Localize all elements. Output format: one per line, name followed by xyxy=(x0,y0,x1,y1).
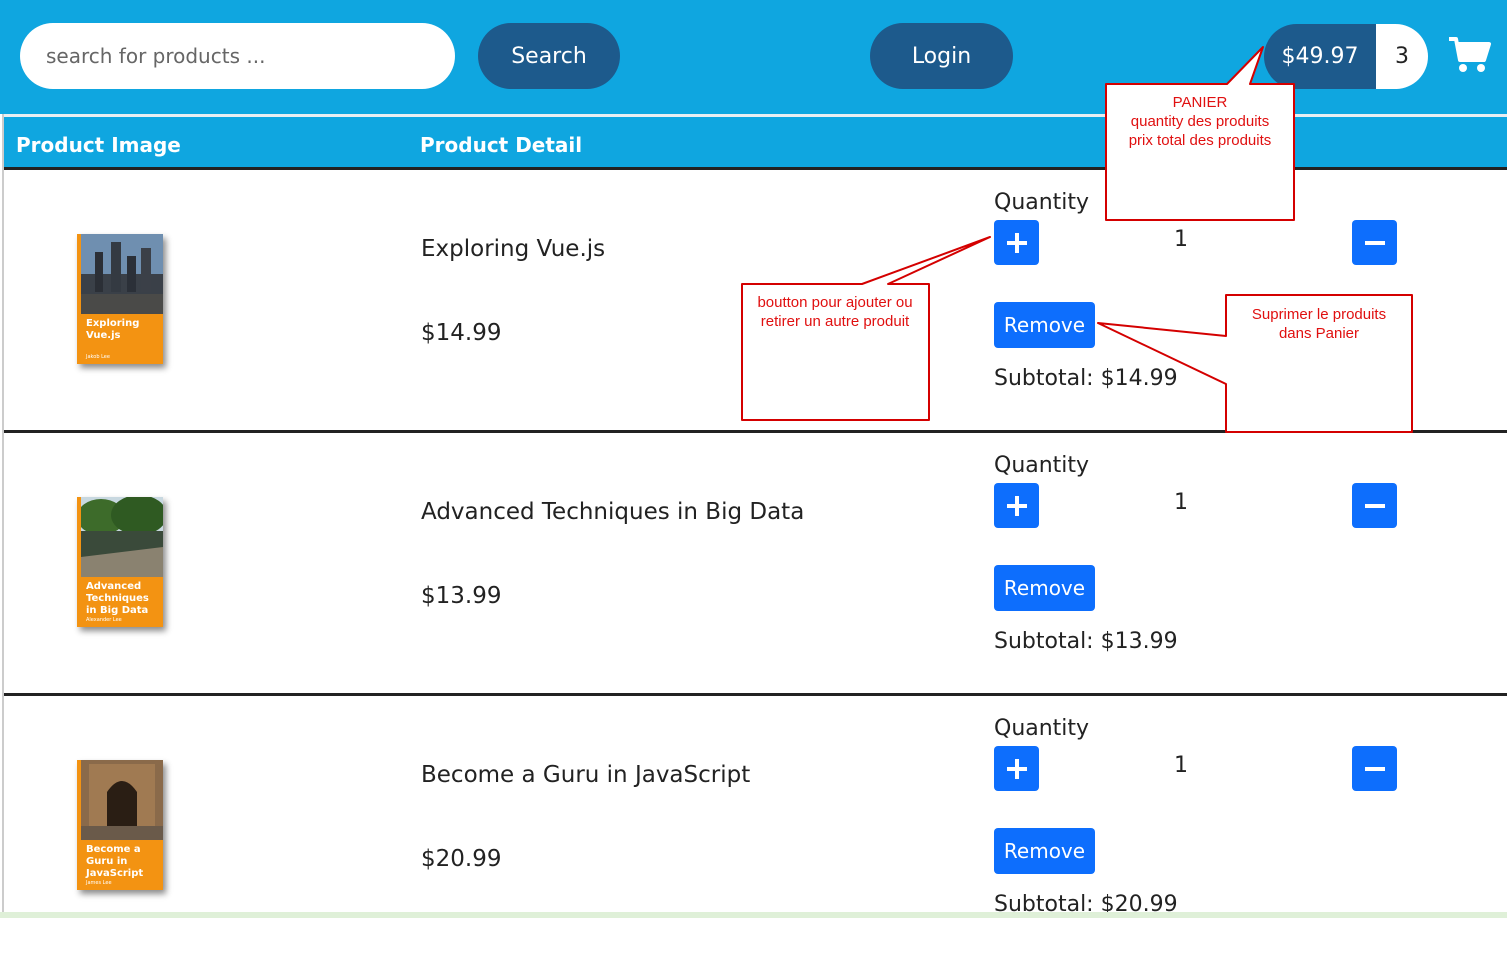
minus-icon xyxy=(1364,240,1385,245)
decrease-quantity-button[interactable] xyxy=(1352,220,1397,265)
increase-quantity-button[interactable] xyxy=(994,220,1039,265)
book-cover-photo xyxy=(81,234,163,314)
product-name: Advanced Techniques in Big Data xyxy=(421,499,805,525)
search-button[interactable]: Search xyxy=(478,23,620,89)
table-row: Become a Guru in JavaScript James Lee Be… xyxy=(4,696,1507,959)
book-cover-author: Alexander Lee xyxy=(86,617,122,623)
cart-count: 3 xyxy=(1376,24,1428,89)
minus-icon xyxy=(1364,503,1385,508)
page-bottom-edge xyxy=(0,912,1507,918)
callout-supprimer-text: Suprimer le produits dans Panier xyxy=(1251,306,1387,342)
increase-quantity-button[interactable] xyxy=(994,746,1039,791)
remove-button[interactable]: Remove xyxy=(994,302,1095,348)
quantity-value: 1 xyxy=(1174,753,1188,778)
book-cover-author: Jakob Lee xyxy=(86,354,110,360)
plus-icon xyxy=(1006,758,1027,779)
table-row: Advanced Techniques in Big Data Alexande… xyxy=(4,433,1507,696)
shopping-cart-icon[interactable] xyxy=(1448,36,1492,74)
cart-table: Product Image Product Detail Exploring V… xyxy=(2,114,1507,918)
plus-icon xyxy=(1006,232,1027,253)
book-cover-photo xyxy=(81,760,163,840)
subtotal: Subtotal: $13.99 xyxy=(994,629,1178,654)
product-image: Become a Guru in JavaScript James Lee xyxy=(77,760,163,890)
increase-quantity-button[interactable] xyxy=(994,483,1039,528)
minus-icon xyxy=(1364,766,1385,771)
product-price: $14.99 xyxy=(421,320,502,346)
header-product-detail: Product Detail xyxy=(420,133,583,157)
book-cover-title: Become a Guru in JavaScript xyxy=(86,844,144,879)
decrease-quantity-button[interactable] xyxy=(1352,483,1397,528)
quantity-value: 1 xyxy=(1174,490,1188,515)
book-cover-title: Advanced Techniques in Big Data xyxy=(86,581,149,616)
subtotal: Subtotal: $14.99 xyxy=(994,366,1178,391)
callout-bouton-text: boutton pour ajouter ou retirer un autre… xyxy=(757,294,913,330)
login-button[interactable]: Login xyxy=(870,23,1013,89)
product-image: Exploring Vue.js Jakob Lee xyxy=(77,234,163,364)
decrease-quantity-button[interactable] xyxy=(1352,746,1397,791)
quantity-value: 1 xyxy=(1174,227,1188,252)
book-cover-title: Exploring Vue.js xyxy=(86,318,140,341)
cart-total: $49.97 xyxy=(1264,24,1376,89)
product-price: $20.99 xyxy=(421,846,502,872)
book-cover-photo xyxy=(81,497,163,577)
header-product-image: Product Image xyxy=(16,133,181,157)
plus-icon xyxy=(1006,495,1027,516)
remove-button[interactable]: Remove xyxy=(994,828,1095,874)
quantity-label: Quantity xyxy=(994,716,1090,741)
product-name: Exploring Vue.js xyxy=(421,236,606,262)
product-price: $13.99 xyxy=(421,583,502,609)
quantity-label: Quantity xyxy=(994,190,1090,215)
product-name: Become a Guru in JavaScript xyxy=(421,762,751,788)
product-image: Advanced Techniques in Big Data Alexande… xyxy=(77,497,163,627)
cart-summary[interactable]: $49.97 3 xyxy=(1264,24,1428,89)
search-input[interactable] xyxy=(20,23,455,89)
quantity-label: Quantity xyxy=(994,453,1090,478)
remove-button[interactable]: Remove xyxy=(994,565,1095,611)
book-cover-author: James Lee xyxy=(86,880,112,886)
callout-panier-text: PANIER quantity des produits prix total … xyxy=(1128,94,1272,149)
